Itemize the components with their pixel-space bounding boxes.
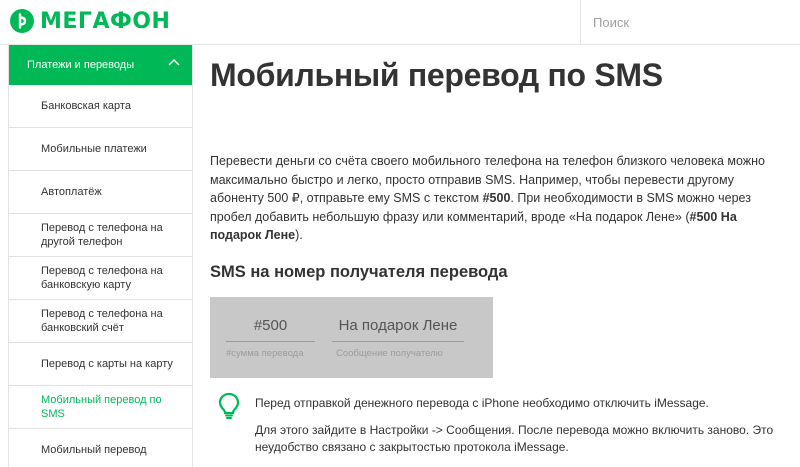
sidebar-section-header[interactable]: Платежи и переводы <box>9 45 192 85</box>
sms-amount-hint: #сумма перевода <box>226 348 304 359</box>
megafon-logo[interactable]: МЕГАФОН <box>10 7 170 35</box>
site-header: МЕГАФОН <box>0 0 800 45</box>
sidebar-item-label: Перевод с карты на карту <box>41 358 173 370</box>
iphone-tip: Перед отправкой денежного перевода с iPh… <box>255 395 790 456</box>
page-title: Мобильный перевод по SMS <box>210 57 663 93</box>
search-box[interactable] <box>580 0 800 45</box>
logo-text: МЕГАФОН <box>40 8 171 34</box>
sidebar-nav: Платежи и переводы Банковская карта Моби… <box>8 45 193 467</box>
sidebar-item-bank-card[interactable]: Банковская карта <box>9 85 192 128</box>
sms-amount-value: #500 <box>226 315 315 342</box>
intro-paragraph: Перевести деньги со счёта своего мобильн… <box>210 152 775 245</box>
sms-message-value: На подарок Лене <box>332 315 464 342</box>
sidebar-item-label: Перевод с телефона на банковский счёт <box>41 308 163 334</box>
intro-bold-code: #500 <box>482 191 511 205</box>
intro-text: ). <box>295 228 303 242</box>
sidebar-item-card-to-card[interactable]: Перевод с карты на карту <box>9 343 192 386</box>
sms-example-panel: #500 На подарок Лене #сумма перевода Соо… <box>210 297 493 378</box>
sidebar-item-label: Мобильный перевод по SMS <box>41 394 162 420</box>
chevron-up-icon <box>168 57 180 69</box>
sidebar-item-phone-to-card[interactable]: Перевод с телефона на банковскую карту <box>9 257 192 300</box>
lightbulb-icon <box>218 392 240 425</box>
sms-message-hint: Сообщение получателю <box>336 348 443 359</box>
sidebar-item-sms-transfer[interactable]: Мобильный перевод по SMS <box>9 386 192 429</box>
sidebar-item-label: Мобильный перевод <box>41 444 147 456</box>
sidebar-section-title: Платежи и переводы <box>27 59 135 71</box>
tip-line-1: Перед отправкой денежного перевода с iPh… <box>255 396 709 410</box>
megafon-logo-icon <box>10 9 34 33</box>
sidebar-item-phone-to-phone[interactable]: Перевод с телефона на другой телефон <box>9 214 192 257</box>
tip-line-2: Для этого зайдите в Настройки -> Сообщен… <box>255 423 774 454</box>
sidebar-item-label: Автоплатёж <box>41 186 102 198</box>
sidebar-item-autopay[interactable]: Автоплатёж <box>9 171 192 214</box>
sidebar-item-label: Мобильные платежи <box>41 143 147 155</box>
sidebar-item-label: Перевод с телефона на другой телефон <box>41 222 163 248</box>
sidebar-item-mobile-transfer[interactable]: Мобильный перевод <box>9 429 192 467</box>
sms-heading: SMS на номер получателя перевода <box>210 263 508 281</box>
sidebar-item-phone-to-account[interactable]: Перевод с телефона на банковский счёт <box>9 300 192 343</box>
search-input[interactable] <box>581 0 781 45</box>
sidebar-item-mobile-payments[interactable]: Мобильные платежи <box>9 128 192 171</box>
sidebar-item-label: Перевод с телефона на банковскую карту <box>41 265 163 291</box>
sidebar-item-label: Банковская карта <box>41 100 131 112</box>
